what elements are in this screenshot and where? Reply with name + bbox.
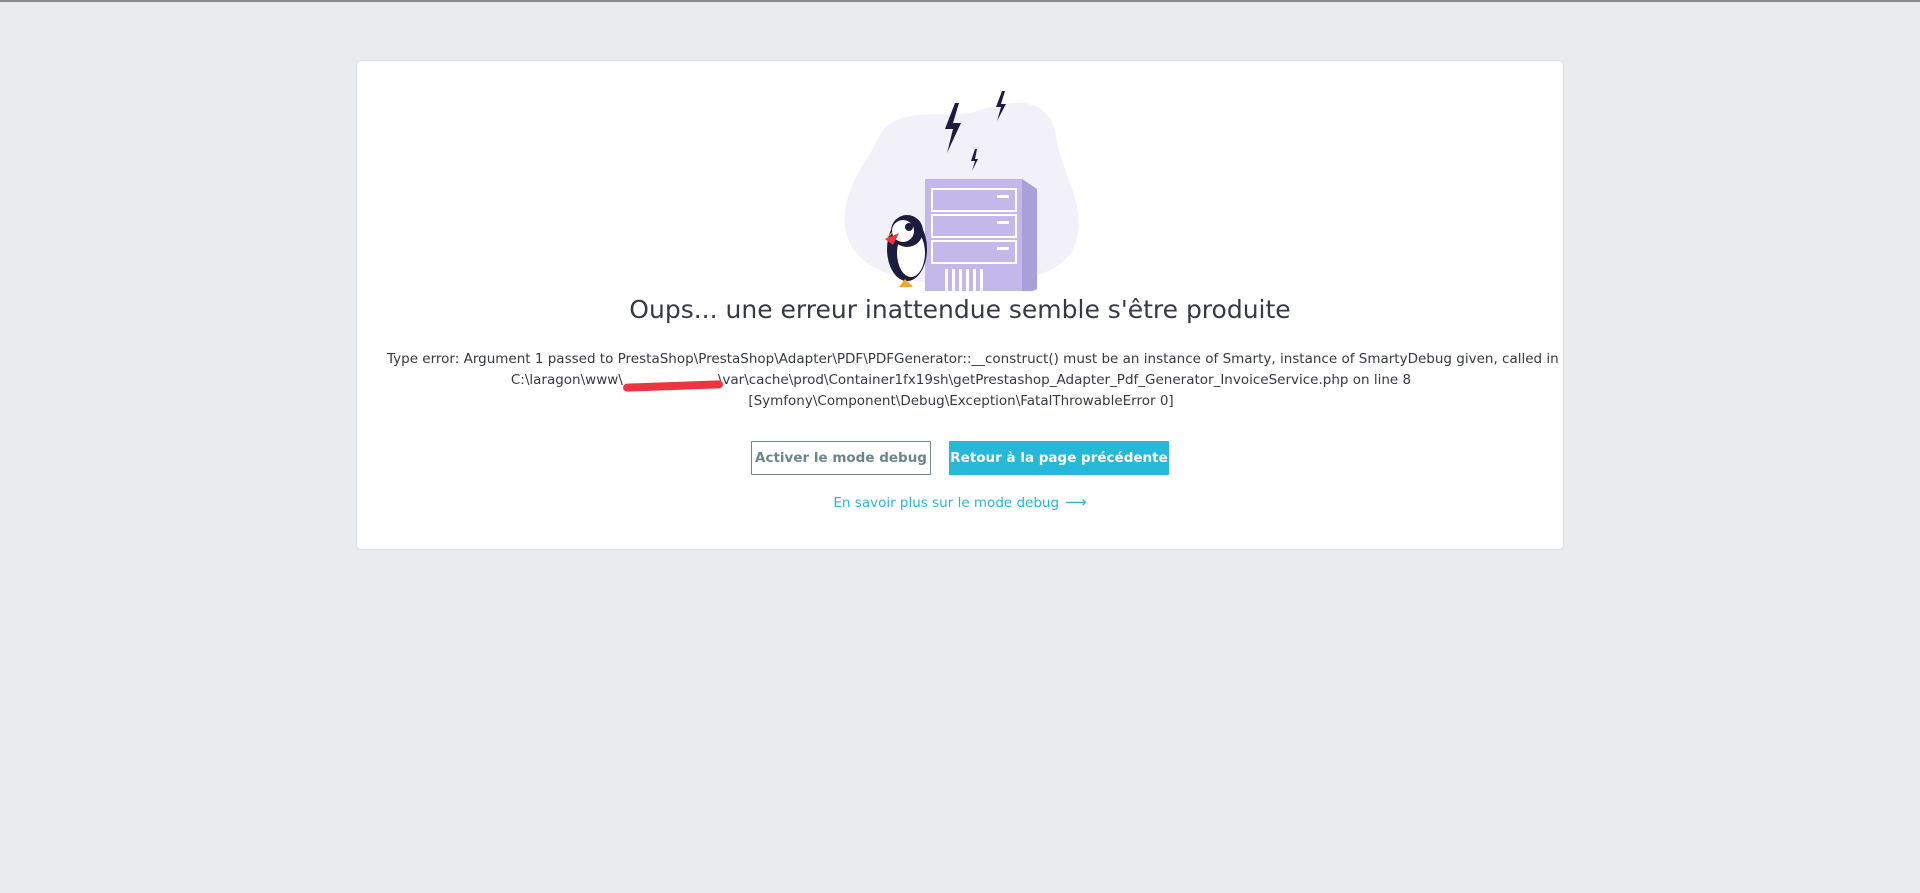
server-side-icon bbox=[1022, 179, 1037, 291]
error-message-exception: [Symfony\Component\Debug\Exception\Fatal… bbox=[748, 393, 1174, 409]
learn-debug-link[interactable]: En savoir plus sur le mode debug ⟶ bbox=[357, 493, 1563, 511]
server-error-puffin-illustration bbox=[844, 91, 1079, 291]
enable-debug-button[interactable]: Activer le mode debug bbox=[751, 441, 931, 475]
error-card: Oups... une erreur inattendue semble s'ê… bbox=[356, 60, 1564, 550]
arrow-right-icon: ⟶ bbox=[1065, 493, 1087, 511]
page-title: Oups... une erreur inattendue semble s'ê… bbox=[629, 295, 1291, 324]
learn-debug-link-label: En savoir plus sur le mode debug bbox=[833, 495, 1060, 511]
error-message-line: Type error: Argument 1 passed to PrestaS… bbox=[387, 351, 1559, 367]
error-path-end: \var\cache\prod\Container1fx19sh\getPres… bbox=[717, 372, 1412, 388]
error-message-path: C:\laragon\www\ \var\cache\prod\Container… bbox=[387, 370, 1535, 392]
error-path-start: C:\laragon\www\ bbox=[510, 372, 623, 388]
error-message: Type error: Argument 1 passed to PrestaS… bbox=[387, 349, 1559, 412]
browser-top-border bbox=[0, 0, 1920, 2]
redacted-segment bbox=[622, 370, 723, 392]
back-button[interactable]: Retour à la page précédente bbox=[949, 441, 1169, 475]
redaction-mark bbox=[622, 380, 723, 392]
